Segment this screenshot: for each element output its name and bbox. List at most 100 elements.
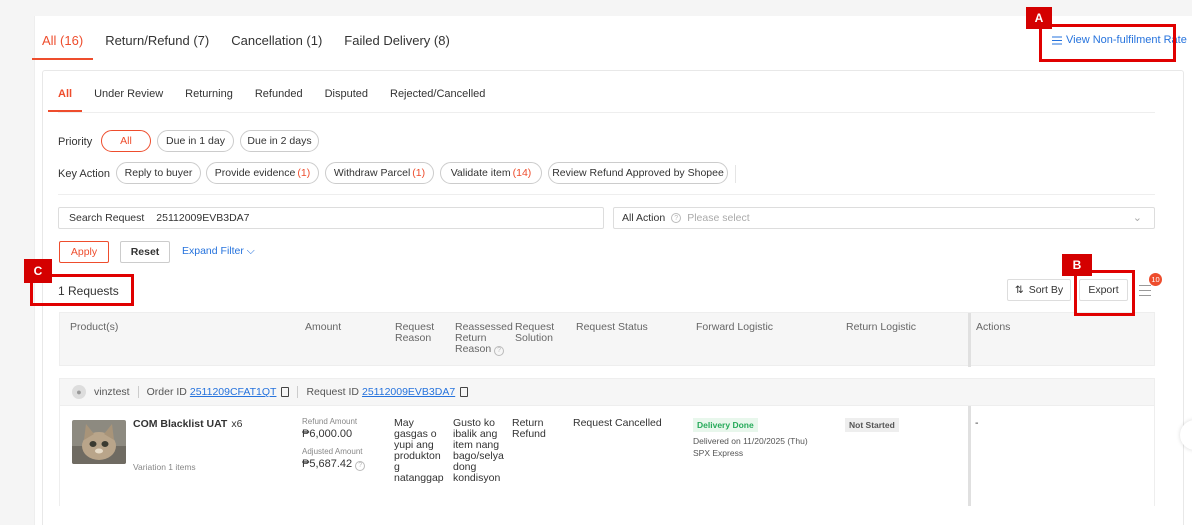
divider (58, 194, 1155, 195)
order-id-label: Order ID (146, 386, 187, 398)
status-tabs: All Under Review Returning Refunded Disp… (48, 80, 507, 112)
product-name-text: COM Blacklist UAT (133, 418, 228, 430)
sort-by-button[interactable]: ⇅ Sort By (1007, 279, 1071, 301)
divider (297, 386, 299, 398)
col-request-reason: Request Reason (395, 321, 435, 344)
col-reassessed-label: Reassessed Return Reason (455, 321, 513, 355)
help-icon: ? (355, 460, 366, 471)
annotation-label-c: C (24, 259, 52, 283)
delivered-date: Delivered on 11/20/2025 (Thu) (693, 436, 808, 446)
return-type-tabs: All (16) Return/Refund (7) Cancellation … (32, 22, 472, 60)
adjusted-amount-label: Adjusted Amount (302, 447, 363, 456)
copy-icon[interactable] (281, 387, 290, 397)
variation-text: Variation 1 items (133, 462, 196, 472)
action-select[interactable]: All Action ? Please select ⌄ (613, 207, 1155, 229)
tab-return-refund[interactable]: Return/Refund (7) (105, 22, 209, 60)
request-id-label: Request ID (306, 386, 359, 398)
search-request-value: 25112009EVB3DA7 (156, 212, 250, 224)
pill-label: Provide evidence (214, 167, 296, 179)
help-icon: ? (671, 213, 682, 223)
priority-due-2-days-pill[interactable]: Due in 2 days (240, 130, 319, 152)
pill-label: Withdraw Parcel (333, 167, 411, 179)
avatar: ● (72, 385, 86, 399)
chevron-down-icon: ⌵ (246, 245, 255, 257)
not-started-badge: Not Started (845, 418, 899, 432)
provide-evidence-pill[interactable]: Provide evidence (1) (206, 162, 319, 184)
col-request-solution: Request Solution (515, 321, 555, 344)
request-solution: Return Refund (512, 417, 546, 440)
pill-count: (1) (412, 167, 426, 179)
notification-badge: 10 (1149, 273, 1162, 286)
search-request-label: Search Request (69, 212, 145, 224)
reply-to-buyer-pill[interactable]: Reply to buyer (116, 162, 201, 184)
priority-due-1-day-pill[interactable]: Due in 1 day (157, 130, 234, 152)
subtab-disputed[interactable]: Disputed (325, 80, 368, 112)
subtab-rejected-cancelled[interactable]: Rejected/Cancelled (390, 80, 485, 112)
col-return-logistic: Return Logistic (846, 321, 917, 333)
validate-item-pill[interactable]: Validate item (14) (440, 162, 542, 184)
col-amount: Amount (305, 321, 342, 333)
action-select-placeholder: Please select (687, 212, 750, 224)
annotation-label-b: B (1062, 254, 1092, 276)
delivery-done-badge: Delivery Done (693, 418, 758, 432)
carrier-name: SPX Express (693, 448, 744, 458)
copy-icon[interactable] (460, 387, 469, 397)
sticky-column-shadow (968, 406, 971, 506)
adjusted-amount: ₱5,687.42 ? (302, 458, 366, 471)
buyer-name: vinztest (94, 386, 130, 398)
subtab-under-review[interactable]: Under Review (94, 80, 163, 112)
sort-icon: ⇅ (1014, 284, 1024, 296)
help-icon: ? (494, 345, 505, 356)
col-products: Product(s) (70, 321, 119, 333)
subtab-all[interactable]: All (48, 80, 83, 112)
search-request-field[interactable]: Search Request 25112009EVB3DA7 (58, 207, 604, 229)
expand-filter-link[interactable]: Expand Filter ⌵ (182, 245, 255, 258)
annotation-label-a: A (1026, 7, 1052, 29)
col-actions: Actions (976, 321, 1011, 333)
withdraw-parcel-pill[interactable]: Withdraw Parcel (1) (325, 162, 434, 184)
annotation-box-a (1039, 24, 1176, 62)
col-forward-logistic: Forward Logistic (696, 321, 774, 333)
pill-count: (1) (297, 167, 311, 179)
product-name: COM Blacklist UAT x6 (133, 418, 242, 430)
adjusted-amount-value: ₱5,687.42 (302, 458, 353, 470)
priority-label: Priority (58, 136, 93, 148)
priority-all-pill[interactable]: All (101, 130, 151, 152)
pill-label: Review Refund Approved by Shopee (552, 167, 724, 179)
subtab-returning[interactable]: Returning (185, 80, 233, 112)
reassessed-reason: Gusto ko ibalik ang item nang bago/selya… (453, 417, 504, 484)
divider (58, 112, 1155, 113)
tab-failed-delivery[interactable]: Failed Delivery (8) (344, 22, 449, 60)
key-action-label: Key Action (58, 168, 110, 180)
refund-amount-label: Refund Amount (302, 417, 358, 426)
subtab-refunded[interactable]: Refunded (255, 80, 303, 112)
request-id-link[interactable]: 25112009EVB3DA7 (362, 386, 455, 398)
table-header: Product(s) Amount Request Reason Reasses… (59, 312, 1155, 367)
sort-by-label: Sort By (1028, 284, 1064, 296)
request-reason: May gasgas o yupi ang produkton g natang… (394, 417, 444, 484)
reset-button[interactable]: Reset (120, 241, 170, 263)
refund-amount: ₱6,000.00 (302, 428, 353, 440)
actions-cell: - (975, 417, 979, 429)
request-status: Request Cancelled (573, 417, 662, 429)
expand-filter-label: Expand Filter (182, 245, 244, 257)
order-info-bar: ● vinztest Order ID 2511209CFAT1QT Reque… (59, 378, 1155, 406)
product-thumbnail (72, 420, 126, 464)
tab-all[interactable]: All (16) (32, 22, 94, 60)
sticky-column-shadow (968, 313, 971, 367)
tab-cancellation[interactable]: Cancellation (1) (231, 22, 322, 60)
divider (137, 386, 139, 398)
chevron-down-icon: ⌄ (1132, 212, 1142, 224)
review-refund-approved-pill[interactable]: Review Refund Approved by Shopee (548, 162, 728, 184)
order-id-link[interactable]: 2511209CFAT1QT (190, 386, 277, 398)
pill-label: Validate item (450, 167, 511, 179)
col-reassessed-reason: Reassessed Return Reason ? (455, 322, 513, 356)
col-request-status: Request Status (576, 321, 648, 333)
product-qty: x6 (231, 418, 243, 430)
action-select-label: All Action (622, 212, 666, 224)
pill-count: (14) (512, 167, 532, 179)
pill-label: Reply to buyer (124, 167, 193, 179)
annotation-box-b (1074, 270, 1135, 316)
apply-button[interactable]: Apply (59, 241, 109, 263)
divider (735, 165, 736, 183)
